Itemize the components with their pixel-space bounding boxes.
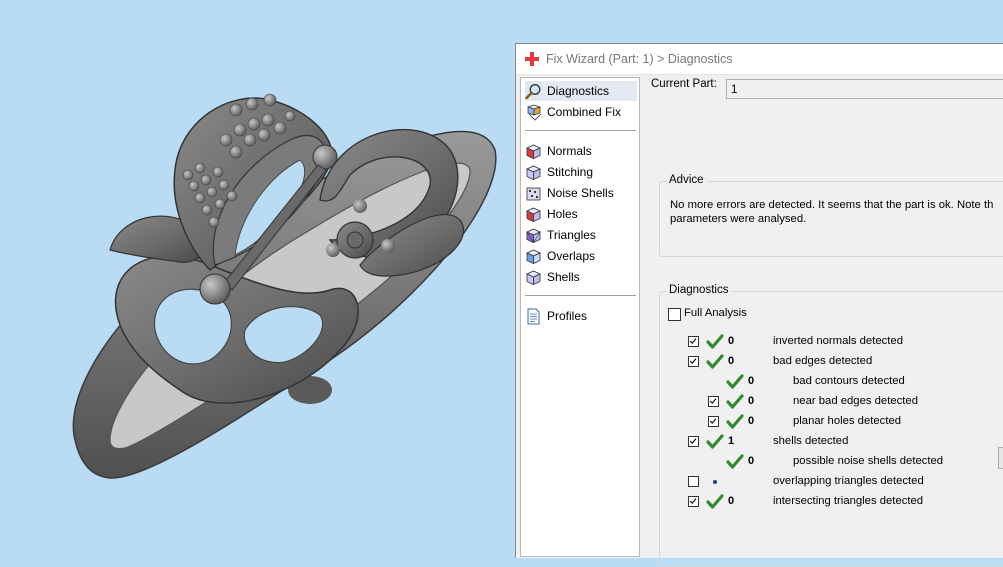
full-analysis-option[interactable]: Full Analysis (660, 304, 860, 322)
nav-item-holes[interactable]: Holes (525, 204, 637, 224)
profiles-document-icon (525, 308, 542, 325)
diagnostic-row: overlapping triangles detected (660, 473, 1003, 491)
nav-item-diagnostics[interactable]: Diagnostics (525, 81, 637, 101)
noise-shells-icon (525, 185, 542, 202)
diagnostic-count: 0 (728, 355, 735, 367)
3d-viewport[interactable] (0, 0, 515, 554)
nav-item-stitching[interactable]: Stitching (525, 162, 637, 182)
diagnostic-count: 0 (748, 415, 755, 427)
current-part-field[interactable]: 1 (726, 79, 1003, 99)
green-check-icon (726, 413, 744, 431)
diagnostics-page: Current Part: 1 Advice No more errors ar… (646, 74, 1003, 567)
advice-group: Advice No more errors are detected. It s… (659, 174, 1003, 257)
hidden-button-edge[interactable] (998, 447, 1003, 469)
nav-item-label: Overlaps (547, 249, 596, 263)
nav-item-label: Triangles (547, 228, 596, 242)
nav-item-label: Shells (547, 270, 580, 284)
stitching-cube-icon (525, 164, 542, 181)
checkbox[interactable] (688, 356, 699, 367)
advice-title: Advice (666, 174, 707, 186)
nav-item-triangles[interactable]: Triangles (525, 225, 637, 245)
triangles-cube-icon (525, 227, 542, 244)
nav-item-profiles[interactable]: Profiles (525, 306, 637, 326)
green-check-icon (726, 393, 744, 411)
current-part-label: Current Part: (651, 78, 717, 90)
green-check-icon (726, 373, 744, 391)
diagnostic-row: 1 shells detected (660, 433, 1003, 451)
nav-divider (525, 295, 636, 296)
advice-line-1: No more errors are detected. It seems th… (670, 199, 994, 211)
red-cross-icon (525, 52, 539, 66)
diagnostic-count: 0 (748, 395, 755, 407)
nav-item-shells[interactable]: Shells (525, 267, 637, 287)
diagnostic-count: 0 (728, 335, 735, 347)
nav-item-combined-fix[interactable]: Combined Fix (525, 102, 637, 122)
diagnostic-label: intersecting triangles detected (773, 495, 924, 507)
checkbox[interactable] (688, 496, 699, 507)
nav-item-label: Diagnostics (547, 84, 610, 98)
dialog-title: Fix Wizard (Part: 1) > Diagnostics (546, 52, 733, 66)
checkbox[interactable] (688, 436, 699, 447)
green-check-icon (726, 453, 744, 471)
normals-cube-icon (525, 143, 542, 160)
diagnostic-row: 0 possible noise shells detected (660, 453, 1003, 471)
full-analysis-checkbox[interactable] (668, 308, 681, 321)
overlaps-cube-icon (525, 248, 542, 265)
checkbox[interactable] (688, 336, 699, 347)
combined-fix-icon (525, 104, 542, 121)
checkbox[interactable] (688, 476, 699, 487)
green-check-icon (706, 493, 724, 511)
nav-item-normals[interactable]: Normals (525, 141, 637, 161)
green-check-icon (706, 433, 724, 451)
diagnostic-row: 0 planar holes detected (660, 413, 1003, 431)
nav-item-noise-shells[interactable]: Noise Shells (525, 183, 637, 203)
advice-line-2: parameters were analysed. (670, 213, 807, 225)
green-check-icon (706, 333, 724, 351)
diagnostic-row: 0 bad contours detected (660, 373, 1003, 391)
diagnostic-count: 1 (728, 435, 735, 447)
diagnostic-label: shells detected (773, 435, 849, 447)
nav-item-label: Noise Shells (547, 186, 614, 200)
nav-item-label: Holes (547, 207, 578, 221)
nav-item-overlaps[interactable]: Overlaps (525, 246, 637, 266)
ring-model-render (72, 93, 497, 479)
full-analysis-label: Full Analysis (684, 307, 747, 319)
checkbox[interactable] (708, 396, 719, 407)
diagnostic-label: bad contours detected (793, 375, 905, 387)
diagnostic-label: possible noise shells detected (793, 455, 944, 467)
pending-dot-icon (713, 480, 717, 484)
holes-cube-icon (525, 206, 542, 223)
nav-item-label: Profiles (547, 309, 588, 323)
diagnostic-count: 0 (748, 455, 755, 467)
shells-cube-icon (525, 269, 542, 286)
diagnostic-row: 0 near bad edges detected (660, 393, 1003, 411)
nav-item-label: Stitching (547, 165, 594, 179)
magnifier-icon (525, 83, 542, 100)
diagnostic-label: inverted normals detected (773, 335, 903, 347)
diagnostic-label: planar holes detected (793, 415, 902, 427)
nav-item-label: Combined Fix (547, 105, 622, 119)
diagnostics-title: Diagnostics (666, 284, 732, 296)
nav-item-label: Normals (547, 144, 592, 158)
diagnostic-count: 0 (728, 495, 735, 507)
diagnostic-count: 0 (748, 375, 755, 387)
diagnostic-label: near bad edges detected (793, 395, 918, 407)
diagnostic-label: overlapping triangles detected (773, 475, 924, 487)
dialog-titlebar[interactable]: Fix Wizard (Part: 1) > Diagnostics (516, 44, 1003, 75)
fix-wizard-dialog: Fix Wizard (Part: 1) > Diagnostics Diagn… (515, 43, 1003, 567)
diagnostic-row: 0 intersecting triangles detected (660, 493, 1003, 511)
nav-divider (525, 130, 636, 131)
wizard-navigation: Diagnostics Combined Fix Normals Stitching N… (520, 77, 640, 557)
diagnostic-label: bad edges detected (773, 355, 873, 367)
checkbox[interactable] (708, 416, 719, 427)
green-check-icon (706, 353, 724, 371)
diagnostic-row: 0 bad edges detected (660, 353, 1003, 371)
diagnostics-group: Diagnostics Full Analysis 0 inverted normal… (659, 284, 1003, 567)
diagnostic-row: 0 inverted normals detected (660, 333, 1003, 351)
advice-text: No more errors are detected. It seems th… (670, 198, 1003, 226)
